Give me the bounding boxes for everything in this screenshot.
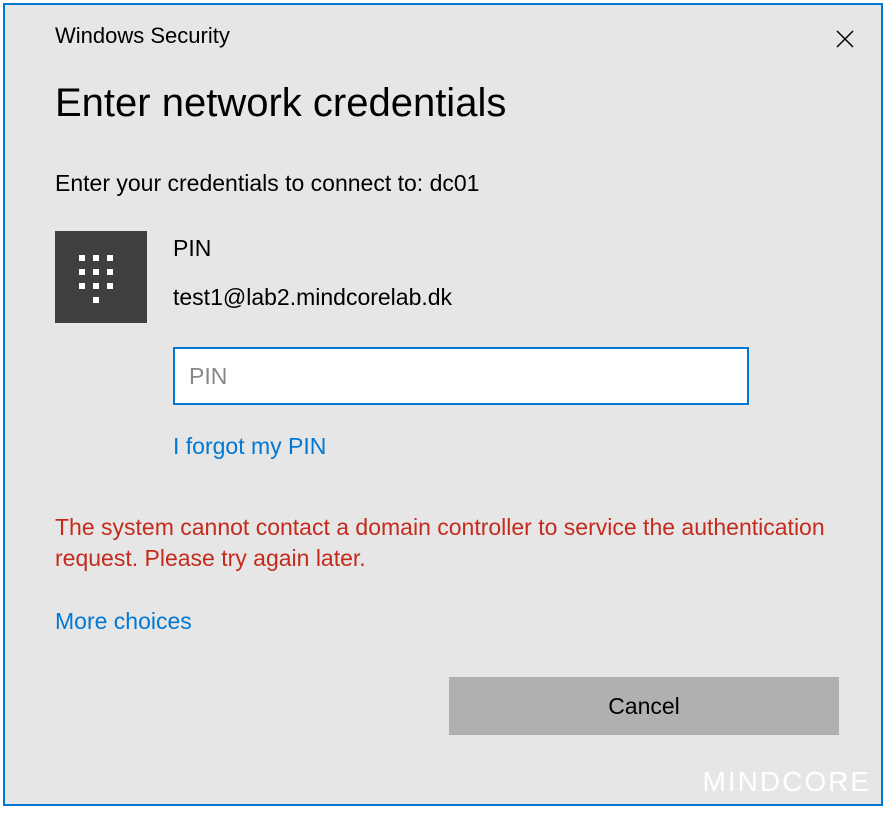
dialog-heading: Enter network credentials: [5, 53, 881, 126]
credential-username: test1@lab2.mindcorelab.dk: [173, 284, 452, 311]
more-choices-link[interactable]: More choices: [5, 574, 881, 635]
close-button[interactable]: [831, 25, 859, 53]
credential-method-label: PIN: [173, 235, 452, 262]
titlebar: Windows Security: [5, 5, 881, 53]
watermark: MINDCORE: [703, 766, 871, 798]
titlebar-title: Windows Security: [55, 23, 230, 49]
pin-pad-icon: [55, 231, 147, 323]
windows-security-dialog: Windows Security Enter network credentia…: [3, 3, 883, 806]
pin-input[interactable]: [173, 347, 749, 405]
close-icon: [835, 29, 855, 49]
error-message: The system cannot contact a domain contr…: [5, 460, 881, 574]
forgot-pin-link[interactable]: I forgot my PIN: [5, 405, 881, 460]
credential-section: PIN test1@lab2.mindcorelab.dk: [5, 197, 881, 323]
button-row: Cancel: [5, 635, 881, 735]
pin-input-row: [5, 323, 881, 405]
cancel-button[interactable]: Cancel: [449, 677, 839, 735]
dialog-subheading: Enter your credentials to connect to: dc…: [5, 126, 881, 197]
credential-info: PIN test1@lab2.mindcorelab.dk: [173, 231, 452, 311]
